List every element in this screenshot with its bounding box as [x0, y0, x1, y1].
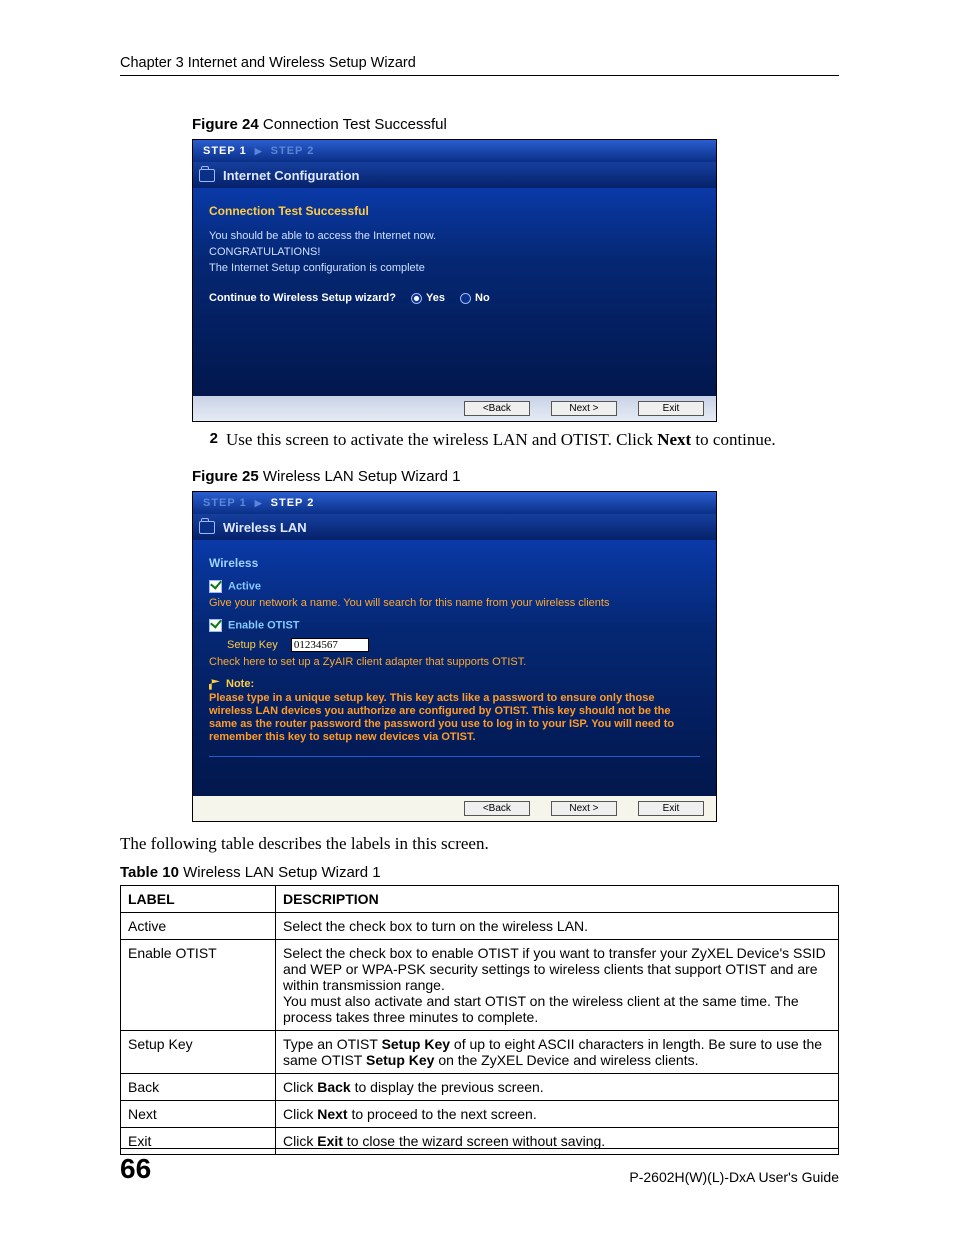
- cell-desc: Select the check box to turn on the wire…: [276, 913, 839, 940]
- step-text-bold: Next: [657, 430, 691, 449]
- wizard-steps: STEP 1 ▶ STEP 2: [193, 140, 716, 162]
- step-number: 2: [192, 430, 218, 450]
- figure-24-caption: Figure 24 Connection Test Successful: [192, 116, 839, 133]
- flag-icon: [209, 679, 220, 690]
- radio-yes-label: Yes: [426, 292, 445, 304]
- info-line-1: You should be able to access the Interne…: [209, 228, 700, 244]
- figure-25-screenshot: STEP 1 ▶ STEP 2 Wireless LAN Wireless Ac…: [192, 491, 717, 822]
- note-heading: Note:: [209, 678, 700, 690]
- enable-otist-label: Enable OTIST: [228, 619, 300, 631]
- exit-button[interactable]: Exit: [638, 401, 704, 416]
- table-row: Next Click Next to proceed to the next s…: [121, 1101, 839, 1128]
- wizard-steps: STEP 1 ▶ STEP 2: [193, 492, 716, 514]
- cell-label: Enable OTIST: [121, 940, 276, 1031]
- radio-no[interactable]: [460, 293, 471, 304]
- info-line-3: The Internet Setup configuration is comp…: [209, 260, 700, 276]
- panel-title-bar: Wireless LAN: [193, 514, 716, 540]
- exit-button[interactable]: Exit: [638, 801, 704, 816]
- cell-desc: Select the check box to enable OTIST if …: [276, 940, 839, 1031]
- table-row: Setup Key Type an OTIST Setup Key of up …: [121, 1031, 839, 1074]
- step-text-pre: Use this screen to activate the wireless…: [226, 430, 657, 449]
- next-button[interactable]: Next >: [551, 401, 617, 416]
- step-text-post: to continue.: [691, 430, 776, 449]
- step-2-inactive: STEP 2: [271, 145, 315, 157]
- step-1-active: STEP 1: [203, 145, 247, 157]
- enable-otist-row: Enable OTIST: [209, 619, 700, 632]
- figure-25-title: Wireless LAN Setup Wizard 1: [259, 468, 461, 485]
- setup-key-label: Setup Key: [227, 639, 278, 651]
- folder-icon: [199, 521, 215, 534]
- button-row: <Back Next > Exit: [193, 796, 716, 821]
- table-row: Enable OTIST Select the check box to ena…: [121, 940, 839, 1031]
- table-10-title: Wireless LAN Setup Wizard 1: [179, 864, 381, 881]
- enable-otist-checkbox[interactable]: [209, 619, 222, 632]
- radio-yes[interactable]: [411, 293, 422, 304]
- next-button[interactable]: Next >: [551, 801, 617, 816]
- subheading: Connection Test Successful: [209, 204, 700, 218]
- table-row: Active Select the check box to turn on t…: [121, 913, 839, 940]
- note-label: Note:: [226, 678, 254, 690]
- figure-25-num: Figure 25: [192, 468, 259, 485]
- cell-label: Active: [121, 913, 276, 940]
- th-description: DESCRIPTION: [276, 886, 839, 913]
- page-footer: 66 P-2602H(W)(L)-DxA User's Guide: [120, 1148, 839, 1185]
- active-label: Active: [228, 580, 261, 592]
- question-text: Continue to Wireless Setup wizard?: [209, 292, 396, 304]
- back-button[interactable]: <Back: [464, 801, 530, 816]
- th-label: LABEL: [121, 886, 276, 913]
- table-intro-text: The following table describes the labels…: [120, 834, 839, 854]
- guide-title: P-2602H(W)(L)-DxA User's Guide: [629, 1169, 839, 1185]
- cell-desc: Type an OTIST Setup Key of up to eight A…: [276, 1031, 839, 1074]
- note-body: Please type in a unique setup key. This …: [209, 692, 700, 744]
- table-header-row: LABEL DESCRIPTION: [121, 886, 839, 913]
- setup-key-input[interactable]: [291, 638, 369, 652]
- description-table: LABEL DESCRIPTION Active Select the chec…: [120, 885, 839, 1155]
- panel-title: Internet Configuration: [223, 168, 360, 183]
- step-arrow-icon: ▶: [255, 498, 263, 509]
- active-row: Active: [209, 580, 700, 593]
- step-1-inactive: STEP 1: [203, 497, 247, 509]
- figure-24-screenshot: STEP 1 ▶ STEP 2 Internet Configuration C…: [192, 139, 717, 422]
- page-number: 66: [120, 1153, 151, 1185]
- cell-desc: Click Back to display the previous scree…: [276, 1074, 839, 1101]
- subheading: Wireless: [209, 556, 700, 570]
- radio-no-label: No: [475, 292, 490, 304]
- folder-icon: [199, 169, 215, 182]
- divider: [209, 756, 700, 757]
- cell-label: Setup Key: [121, 1031, 276, 1074]
- desc-p2: You must also activate and start OTIST o…: [283, 993, 831, 1025]
- help-text-1: Give your network a name. You will searc…: [209, 597, 700, 609]
- table-10-caption: Table 10 Wireless LAN Setup Wizard 1: [120, 864, 839, 881]
- chapter-header: Chapter 3 Internet and Wireless Setup Wi…: [120, 55, 839, 76]
- active-checkbox[interactable]: [209, 580, 222, 593]
- figure-24-num: Figure 24: [192, 116, 259, 133]
- info-line-2: CONGRATULATIONS!: [209, 244, 700, 260]
- continue-question: Continue to Wireless Setup wizard? Yes N…: [209, 292, 700, 304]
- cell-desc: Click Next to proceed to the next screen…: [276, 1101, 839, 1128]
- figure-25-caption: Figure 25 Wireless LAN Setup Wizard 1: [192, 468, 839, 485]
- step-2-instruction: 2 Use this screen to activate the wirele…: [192, 430, 839, 450]
- table-row: Back Click Back to display the previous …: [121, 1074, 839, 1101]
- setup-key-row: Setup Key: [227, 638, 700, 652]
- panel-title: Wireless LAN: [223, 520, 307, 535]
- cell-label: Next: [121, 1101, 276, 1128]
- table-10-num: Table 10: [120, 864, 179, 881]
- back-button[interactable]: <Back: [464, 401, 530, 416]
- button-row: <Back Next > Exit: [193, 396, 716, 421]
- cell-label: Back: [121, 1074, 276, 1101]
- help-text-2: Check here to set up a ZyAIR client adap…: [209, 656, 700, 668]
- panel-title-bar: Internet Configuration: [193, 162, 716, 188]
- figure-24-title: Connection Test Successful: [259, 116, 447, 133]
- step-2-active: STEP 2: [271, 497, 315, 509]
- desc-p1: Select the check box to enable OTIST if …: [283, 945, 831, 993]
- step-arrow-icon: ▶: [255, 146, 263, 157]
- info-text: You should be able to access the Interne…: [209, 228, 700, 276]
